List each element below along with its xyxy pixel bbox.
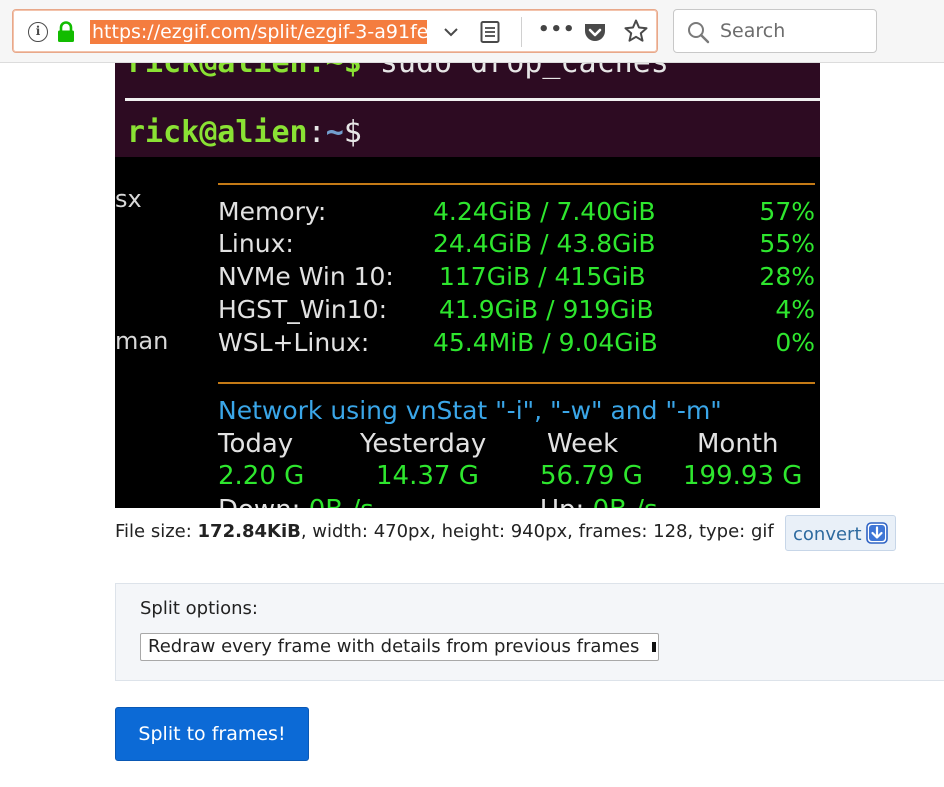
stat-row-nvme: NVMe Win 10: 117GiB / 415GiB 28%	[218, 262, 815, 294]
terminal-line-previous: rick@alien:~$ sudo drop_caches	[127, 63, 669, 80]
split-options-label: Split options:	[140, 598, 258, 619]
stat-label: WSL+Linux:	[218, 328, 370, 357]
browser-toolbar: i https://ezgif.com/split/ezgif-3-a91fe0…	[0, 0, 944, 63]
split-to-frames-button[interactable]: Split to frames!	[115, 707, 309, 761]
stat-row-wsl: WSL+Linux: 45.4MiB / 9.04GiB 0%	[218, 328, 815, 360]
network-value: 199.93 G	[683, 461, 803, 491]
search-icon	[688, 22, 710, 44]
stat-value: 4.24GiB / 7.40GiB	[433, 197, 656, 226]
terminal-divider	[125, 98, 820, 101]
network-up-partial: Up: 0B /s	[540, 495, 658, 508]
lock-icon[interactable]	[56, 21, 76, 43]
pocket-icon[interactable]	[583, 20, 607, 44]
stat-value: 117GiB / 415GiB	[439, 262, 646, 291]
stat-percent: 4%	[775, 295, 815, 324]
convert-label: convert	[793, 524, 862, 545]
terminal-prompt: rick@alien:~$	[127, 115, 362, 150]
split-options-panel: Split options: Redraw every frame with d…	[115, 583, 944, 681]
stat-label: Linux:	[218, 229, 294, 258]
network-title: Network using vnStat "-i", "-w" and "-m"	[218, 396, 722, 425]
network-value: 56.79 G	[540, 461, 643, 491]
more-actions-icon[interactable]: •••	[538, 19, 575, 43]
conky-divider	[218, 382, 815, 384]
url-bar[interactable]: i https://ezgif.com/split/ezgif-3-a91fe0…	[12, 9, 658, 53]
network-down-partial: Down: 0B /s	[218, 495, 374, 508]
search-input[interactable]	[720, 19, 870, 43]
network-header: Month	[697, 429, 779, 459]
side-fragment-text: sx	[115, 185, 142, 213]
stat-percent: 28%	[759, 262, 815, 291]
network-header: Today	[218, 429, 294, 459]
info-icon[interactable]: i	[28, 22, 48, 42]
bookmark-star-icon[interactable]	[623, 18, 649, 44]
network-header: Week	[547, 429, 619, 459]
reader-view-icon[interactable]	[479, 20, 501, 44]
stat-label: HGST_Win10:	[218, 295, 388, 324]
convert-button[interactable]: convert	[785, 515, 896, 551]
stat-percent: 57%	[759, 197, 815, 226]
network-value: 2.20 G	[218, 461, 305, 491]
url-bar-divider	[521, 17, 522, 47]
stat-row-linux: Linux: 24.4GiB / 43.8GiB 55%	[218, 229, 815, 261]
network-header: Yesterday	[360, 429, 487, 459]
file-info-text: File size: 172.84KiB, width: 470px, heig…	[115, 521, 774, 542]
stat-label: NVMe Win 10:	[218, 262, 394, 291]
gif-preview-image: rick@alien:~$ sudo drop_caches rick@alie…	[115, 63, 820, 508]
stat-percent: 0%	[775, 328, 815, 357]
stat-row-memory: Memory: 4.24GiB / 7.40GiB 57%	[218, 197, 815, 229]
url-text[interactable]: https://ezgif.com/split/ezgif-3-a91fe0	[90, 20, 427, 44]
chevron-down-icon[interactable]	[441, 22, 461, 42]
split-method-select[interactable]: Redraw every frame with details from pre…	[140, 633, 659, 661]
stat-value: 41.9GiB / 919GiB	[439, 295, 654, 324]
stat-percent: 55%	[759, 229, 815, 258]
network-value: 14.37 G	[376, 461, 479, 491]
terminal-titlebar-area: rick@alien:~$ sudo drop_caches rick@alie…	[115, 63, 820, 157]
select-arrow-icon	[652, 642, 656, 652]
split-method-selected: Redraw every frame with details from pre…	[148, 636, 640, 657]
search-bar[interactable]	[673, 9, 877, 53]
stat-value: 24.4GiB / 43.8GiB	[433, 229, 656, 258]
conky-divider	[218, 183, 815, 185]
download-arrow-icon	[866, 522, 888, 544]
stat-row-hgst: HGST_Win10: 41.9GiB / 919GiB 4%	[218, 295, 815, 327]
file-size-value: 172.84KiB	[197, 521, 301, 542]
side-fragment-text: man	[115, 327, 169, 355]
stat-value: 45.4MiB / 9.04GiB	[433, 328, 658, 357]
stat-label: Memory:	[218, 197, 327, 226]
